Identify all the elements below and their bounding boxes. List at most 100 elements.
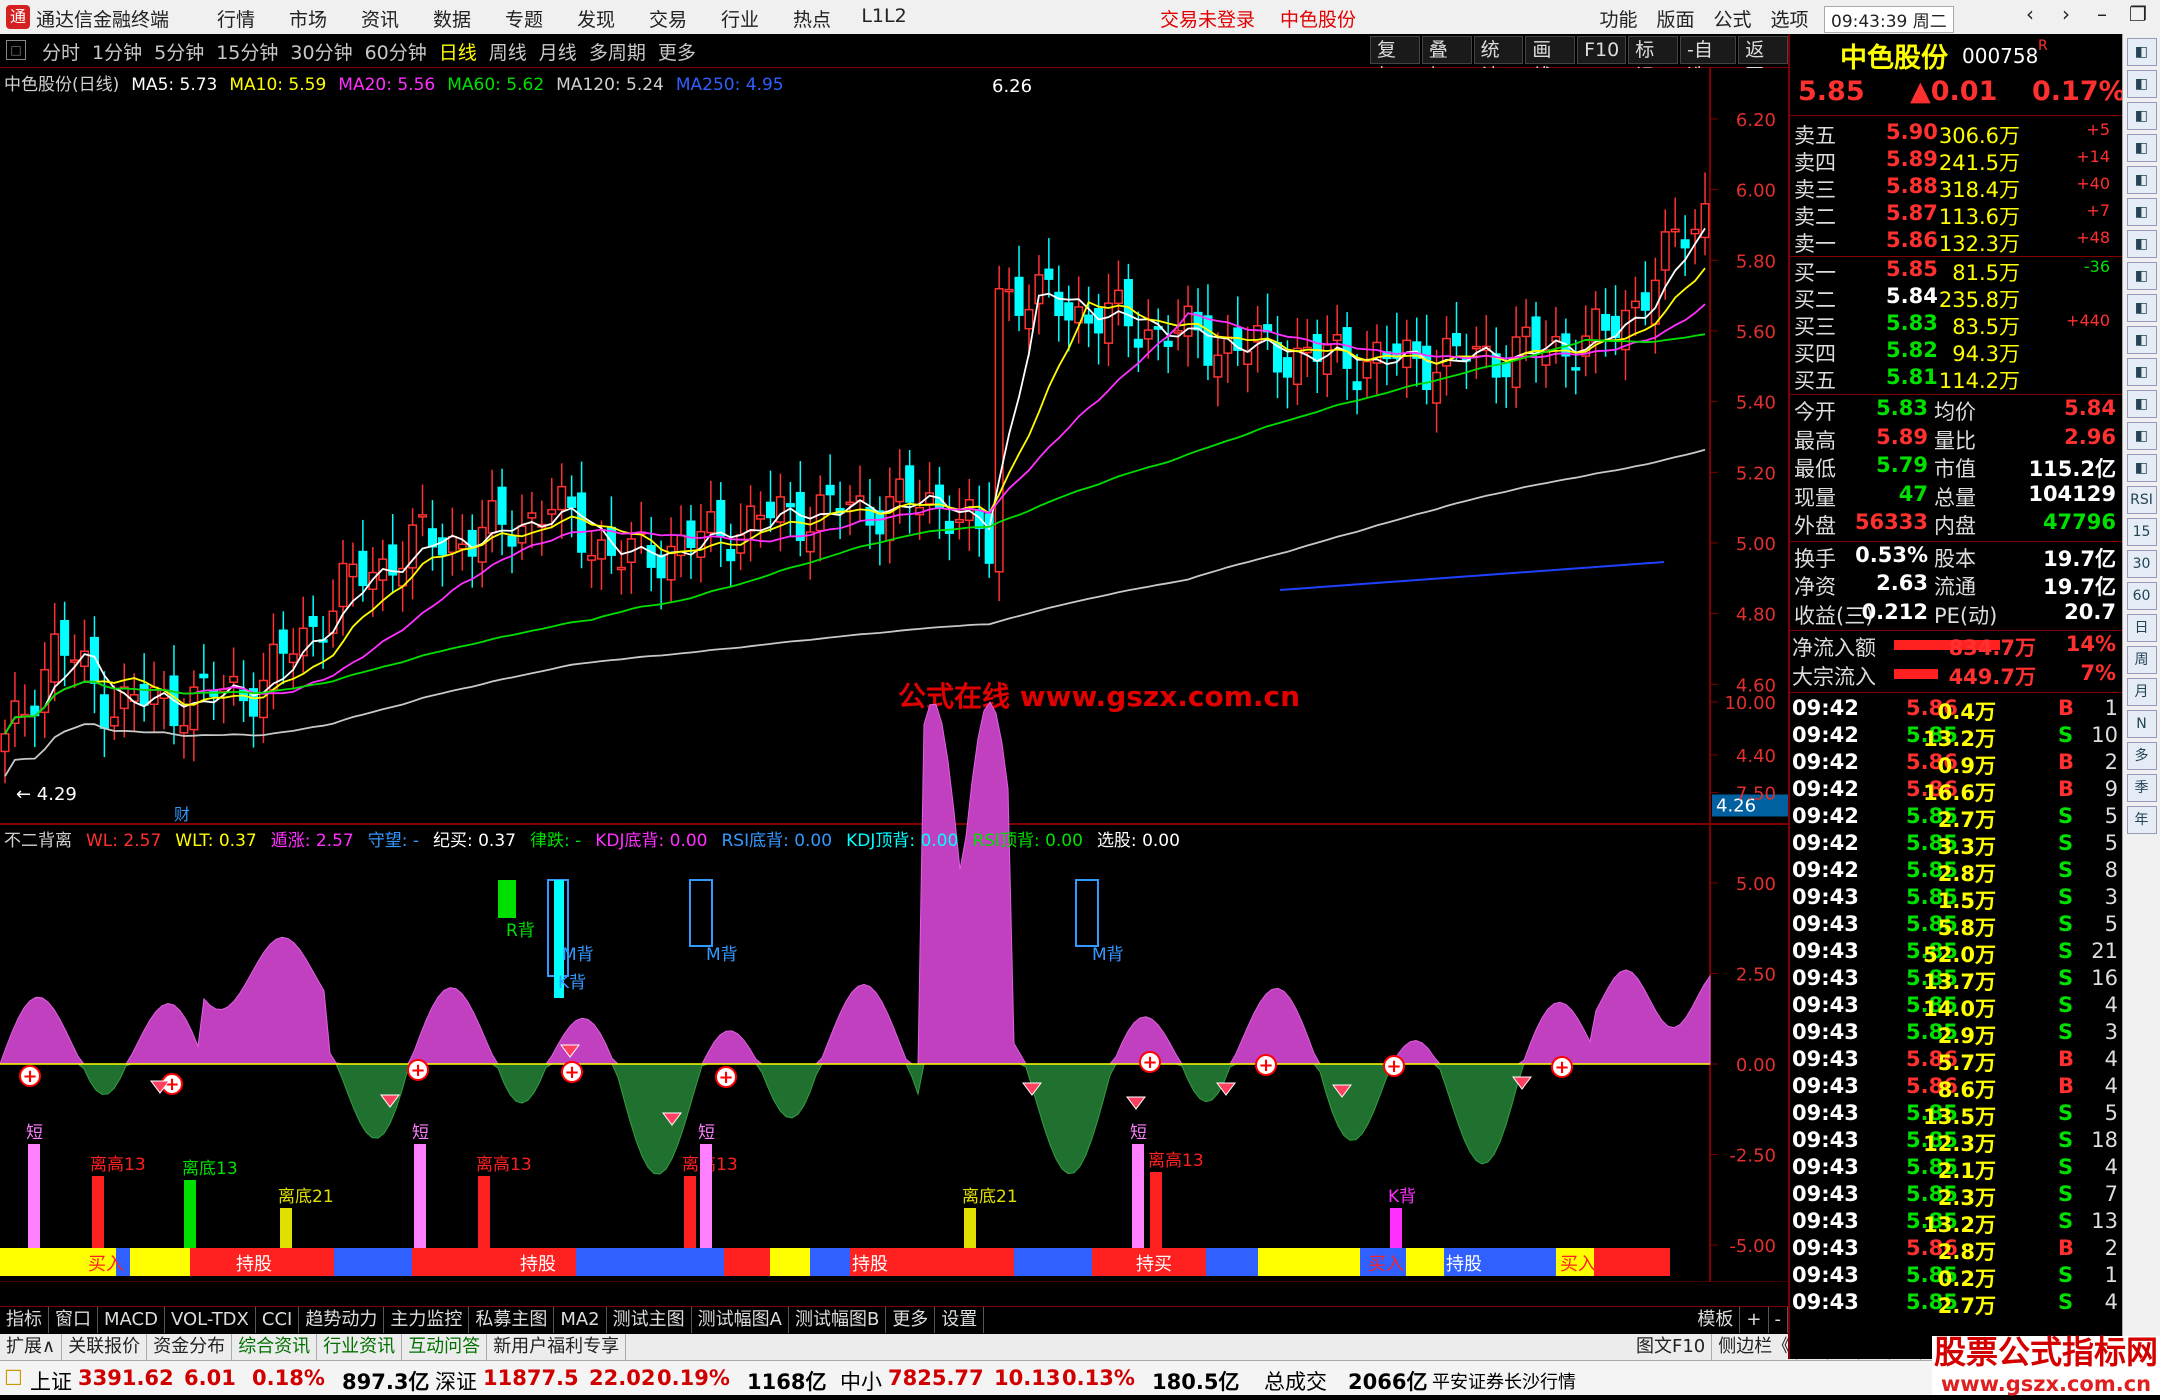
- side-tool-icon[interactable]: ◧: [2126, 358, 2157, 386]
- collapse-icon[interactable]: □: [6, 40, 26, 60]
- side-tool-icon[interactable]: ◧: [2126, 198, 2157, 226]
- menu-item[interactable]: 数据: [416, 5, 488, 32]
- menu-item[interactable]: 资讯: [344, 5, 416, 32]
- right-menu-item[interactable]: 版面: [1647, 5, 1704, 32]
- tool-button[interactable]: F10: [1577, 36, 1627, 64]
- side-period-icon[interactable]: RSI: [2126, 486, 2157, 514]
- menu-item[interactable]: 热点: [776, 5, 848, 32]
- info-tab[interactable]: 新用户福利专享: [487, 1334, 627, 1360]
- period-tab[interactable]: 周线: [483, 38, 533, 65]
- restore-icon[interactable]: ❐: [2120, 2, 2156, 26]
- side-period-icon[interactable]: 周: [2126, 646, 2157, 674]
- info-tab[interactable]: 关联报价: [62, 1334, 148, 1360]
- side-tool-icon[interactable]: ◧: [2126, 454, 2157, 482]
- indicator-tab[interactable]: 更多: [886, 1307, 936, 1333]
- current-stock-name[interactable]: 中色股份: [1280, 5, 1356, 32]
- side-period-icon[interactable]: 多: [2126, 742, 2157, 770]
- side-tool-icon[interactable]: ◧: [2126, 294, 2157, 322]
- side-period-icon[interactable]: 日: [2126, 614, 2157, 642]
- period-tab[interactable]: 1分钟: [86, 38, 148, 65]
- index-name[interactable]: 中小: [840, 1366, 882, 1396]
- tool-button[interactable]: 复权: [1370, 36, 1420, 87]
- period-tab[interactable]: 5分钟: [148, 38, 210, 65]
- period-tab[interactable]: 更多: [652, 38, 702, 65]
- indicator-tab[interactable]: MA2: [554, 1307, 607, 1333]
- tool-button[interactable]: -自选: [1680, 36, 1737, 87]
- minimize-icon[interactable]: –: [2084, 2, 2120, 26]
- login-status[interactable]: 交易未登录: [1160, 5, 1255, 32]
- side-tool-icon[interactable]: ◧: [2126, 102, 2157, 130]
- right-menu-item[interactable]: 功能: [1590, 5, 1647, 32]
- index-name[interactable]: 上证: [30, 1366, 72, 1396]
- side-period-icon[interactable]: 月: [2126, 678, 2157, 706]
- info-tab[interactable]: 综合资讯: [232, 1334, 318, 1360]
- side-tool-icon[interactable]: ◧: [2126, 70, 2157, 98]
- side-tool-icon[interactable]: ◧: [2126, 390, 2157, 418]
- period-tab[interactable]: 60分钟: [359, 38, 433, 65]
- menu-item[interactable]: 市场: [272, 5, 344, 32]
- menu-item[interactable]: 专题: [488, 5, 560, 32]
- indicator-tab[interactable]: 测试幅图B: [789, 1307, 887, 1333]
- period-tab[interactable]: 月线: [533, 38, 583, 65]
- indicator-tab[interactable]: 测试幅图A: [692, 1307, 789, 1333]
- right-menu-item[interactable]: 选项: [1761, 5, 1818, 32]
- menu-item[interactable]: 发现: [560, 5, 632, 32]
- chart-area[interactable]: 6.20 6.00 5.80 5.60 5.40 5.20 5.00 4.80 4.60 4.40…: [0, 68, 1788, 1282]
- template-tab[interactable]: -: [1769, 1307, 1788, 1333]
- indicator-tab[interactable]: 趋势动力: [299, 1307, 385, 1333]
- template-tab[interactable]: +: [1740, 1307, 1769, 1333]
- tool-button[interactable]: 标记: [1628, 36, 1679, 87]
- side-tool-icon[interactable]: ◧: [2126, 134, 2157, 162]
- info-tab[interactable]: 扩展∧: [0, 1334, 63, 1360]
- kline-chart[interactable]: 6.206.005.805.605.405.205.004.804.604.40…: [0, 68, 1788, 1282]
- side-tool-icon[interactable]: ◧: [2126, 422, 2157, 450]
- side-tool-icon[interactable]: ◧: [2126, 326, 2157, 354]
- template-tab[interactable]: 模板: [1691, 1307, 1741, 1333]
- back-arrow-icon[interactable]: ‹: [2012, 2, 2048, 26]
- side-period-icon[interactable]: 60: [2126, 582, 2157, 610]
- info-tab[interactable]: 互动问答: [402, 1334, 488, 1360]
- period-tab[interactable]: 多周期: [583, 38, 652, 65]
- tool-button[interactable]: 返回: [1738, 36, 1789, 87]
- tool-button[interactable]: 叠加: [1421, 36, 1472, 87]
- side-period-icon[interactable]: 15: [2126, 518, 2157, 546]
- indicator-tab[interactable]: 设置: [935, 1307, 985, 1333]
- period-tab[interactable]: 15分钟: [210, 38, 284, 65]
- info-tab[interactable]: 资金分布: [147, 1334, 233, 1360]
- tool-button[interactable]: 统计: [1473, 36, 1524, 87]
- menu-item[interactable]: 行情: [200, 5, 272, 32]
- side-tool-icon[interactable]: ◧: [2126, 230, 2157, 258]
- side-tool-icon[interactable]: ◧: [2126, 262, 2157, 290]
- indicator-tab[interactable]: 指标: [0, 1307, 49, 1333]
- period-tab[interactable]: 30分钟: [284, 38, 358, 65]
- index-name[interactable]: 深证: [435, 1366, 477, 1396]
- side-period-icon[interactable]: 30: [2126, 550, 2157, 578]
- menu-item[interactable]: 交易: [632, 5, 704, 32]
- info-tab-right[interactable]: 图文F10: [1630, 1334, 1713, 1360]
- indicator-tab[interactable]: 窗口: [49, 1307, 98, 1333]
- indicator-tab[interactable]: VOL-TDX: [165, 1307, 256, 1333]
- side-tool-icon[interactable]: ◧: [2126, 38, 2157, 66]
- forward-arrow-icon[interactable]: ›: [2048, 2, 2084, 26]
- close-icon[interactable]: ✕: [2156, 2, 2160, 26]
- indicator-tab[interactable]: 测试主图: [607, 1307, 692, 1333]
- indicator-tab[interactable]: 私募主图: [469, 1307, 555, 1333]
- indicator-tab[interactable]: MACD: [98, 1307, 165, 1333]
- indicator-tab[interactable]: 主力监控: [384, 1307, 470, 1333]
- tick-time: 09:43: [1792, 1155, 1859, 1179]
- menu-item[interactable]: 行业: [704, 5, 776, 32]
- side-tool-icon[interactable]: ◧: [2126, 166, 2157, 194]
- menu-item[interactable]: L1L2: [848, 5, 920, 32]
- period-tab[interactable]: 日线: [433, 38, 483, 65]
- right-menu-item[interactable]: 公式: [1704, 5, 1761, 32]
- tool-button[interactable]: 画线: [1525, 36, 1576, 87]
- side-period-icon[interactable]: N: [2126, 710, 2157, 738]
- info-tab-right[interactable]: 侧边栏《: [1712, 1334, 1798, 1360]
- info-tab[interactable]: 行业资讯: [317, 1334, 403, 1360]
- side-period-icon[interactable]: 季: [2126, 774, 2157, 802]
- side-period-icon[interactable]: 年: [2126, 806, 2157, 834]
- indicator-tab[interactable]: CCI: [256, 1307, 300, 1333]
- period-tab[interactable]: 分时: [36, 38, 86, 65]
- signal-label: 短: [412, 1123, 429, 1143]
- index-bar-icon[interactable]: ☐: [4, 1366, 23, 1390]
